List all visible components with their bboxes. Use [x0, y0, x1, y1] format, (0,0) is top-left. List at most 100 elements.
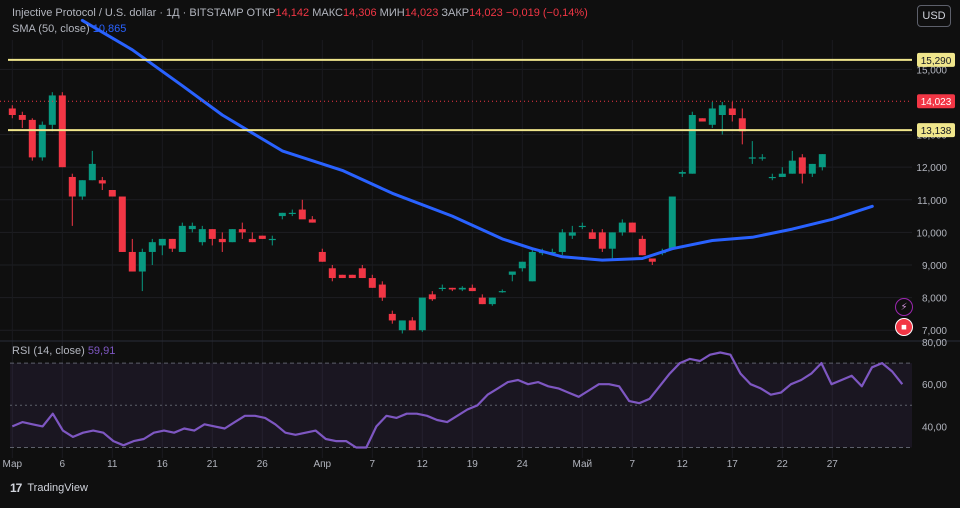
candle-body	[638, 238, 646, 256]
candle-body	[348, 274, 356, 279]
candle-body	[748, 157, 756, 159]
candle-body	[488, 297, 496, 305]
candle-body	[818, 154, 826, 168]
candle-body	[368, 278, 376, 288]
x-tick-label: 7	[630, 459, 636, 470]
candle-body	[108, 190, 116, 197]
candle-body	[808, 163, 816, 174]
candle-body	[238, 229, 246, 233]
candle-body	[208, 229, 216, 239]
x-tick-label: 22	[777, 459, 789, 470]
candle-body	[118, 196, 126, 252]
candle-body	[18, 115, 26, 120]
candle-body	[768, 176, 776, 179]
chart-svg[interactable]: 7,0008,0009,00010,00011,00012,00013,0001…	[0, 0, 960, 503]
x-tick-label: 16	[157, 459, 169, 470]
candle-body	[678, 172, 686, 174]
currency-button[interactable]: USD	[917, 5, 951, 27]
tradingview-logo-icon: 17	[10, 481, 22, 495]
sma-legend[interactable]: SMA (50, close) 10,865	[12, 23, 126, 35]
high-label: МАКС	[312, 7, 343, 19]
candle-body	[518, 261, 526, 269]
x-tick-label: 12	[417, 459, 429, 470]
candle-body	[68, 176, 76, 197]
candle-body	[688, 115, 696, 174]
candle-body	[218, 238, 226, 243]
candle-body	[128, 251, 136, 272]
rsi-tick-label: 80,00	[922, 338, 947, 349]
low-label: МИН	[379, 7, 405, 19]
x-tick-label: 26	[257, 459, 269, 470]
level-price-label: 15,290	[921, 56, 952, 67]
candle-body	[408, 320, 416, 331]
candle-body	[28, 119, 36, 158]
candle-body	[668, 196, 676, 249]
candle-body	[88, 163, 96, 181]
candle-body	[298, 209, 306, 220]
rsi-label: RSI (14, close)	[12, 345, 85, 357]
candle-body	[138, 251, 146, 272]
candle-body	[328, 268, 336, 279]
rsi-legend[interactable]: RSI (14, close) 59,91	[12, 345, 115, 357]
symbol-title[interactable]: Injective Protocol / U.S. dollar · 1Д · …	[12, 7, 243, 19]
flash-icon[interactable]: ⚡	[895, 298, 913, 316]
candle-body	[8, 108, 16, 115]
rsi-value: 59,91	[87, 345, 116, 357]
footer: 17 TradingView	[0, 473, 960, 503]
y-tick-label: 9,000	[922, 261, 947, 272]
high-value: 14,306	[342, 7, 377, 19]
candle-body	[188, 225, 196, 230]
x-tick-label: 21	[207, 459, 219, 470]
x-tick-label: Май	[573, 459, 593, 470]
candle-body	[398, 320, 406, 331]
candle-body	[338, 274, 346, 279]
candle-body	[798, 157, 806, 174]
candle-body	[568, 232, 576, 236]
candle-body	[438, 287, 446, 290]
change-value: −0,019 (−0,14%)	[505, 7, 588, 19]
candle-body	[78, 180, 86, 197]
sma-value: 10,865	[92, 23, 127, 35]
x-tick-label: 27	[827, 459, 839, 470]
level-price-label: 13,138	[921, 126, 952, 137]
candle-body	[778, 173, 786, 177]
candle-body	[228, 229, 236, 243]
candle-body	[308, 219, 316, 223]
rsi-tick-label: 40,00	[922, 422, 947, 433]
candle-body	[608, 232, 616, 249]
candle-body	[598, 232, 606, 249]
candle-body	[358, 268, 366, 279]
candle-body	[448, 287, 456, 290]
y-tick-label: 8,000	[922, 294, 947, 305]
candle-body	[578, 225, 586, 228]
y-tick-label: 10,000	[916, 228, 947, 239]
price-legend: Injective Protocol / U.S. dollar · 1Д · …	[12, 7, 588, 19]
candle-body	[58, 95, 66, 168]
tradingview-logo-text: TradingView	[27, 482, 88, 494]
candle-body	[458, 287, 466, 290]
candle-body	[318, 251, 326, 262]
close-value: 14,023	[469, 7, 503, 19]
x-tick-label: 7	[370, 459, 376, 470]
last-price-label: 14,023	[921, 97, 952, 108]
flag-icon[interactable]: ◼	[895, 318, 913, 336]
candle-body	[168, 238, 176, 249]
candle-body	[388, 313, 396, 321]
x-tick-label: Мар	[3, 459, 23, 470]
x-tick-label: 6	[60, 459, 66, 470]
candle-body	[628, 222, 636, 233]
chart-area[interactable]: 7,0008,0009,00010,00011,00012,00013,0001…	[0, 0, 960, 503]
tradingview-logo[interactable]: 17 TradingView	[10, 481, 88, 495]
candle-body	[468, 287, 476, 292]
y-tick-label: 11,000	[917, 196, 947, 207]
y-tick-label: 15,000	[916, 65, 947, 76]
candle-body	[498, 291, 506, 293]
candle-body	[288, 212, 296, 215]
candle-body	[728, 108, 736, 115]
candle-body	[708, 108, 716, 125]
open-value: 14,142	[275, 7, 310, 19]
candle-body	[48, 95, 56, 125]
candle-body	[278, 212, 286, 217]
candle-body	[98, 180, 106, 184]
open-label: ОТКР	[246, 7, 276, 19]
